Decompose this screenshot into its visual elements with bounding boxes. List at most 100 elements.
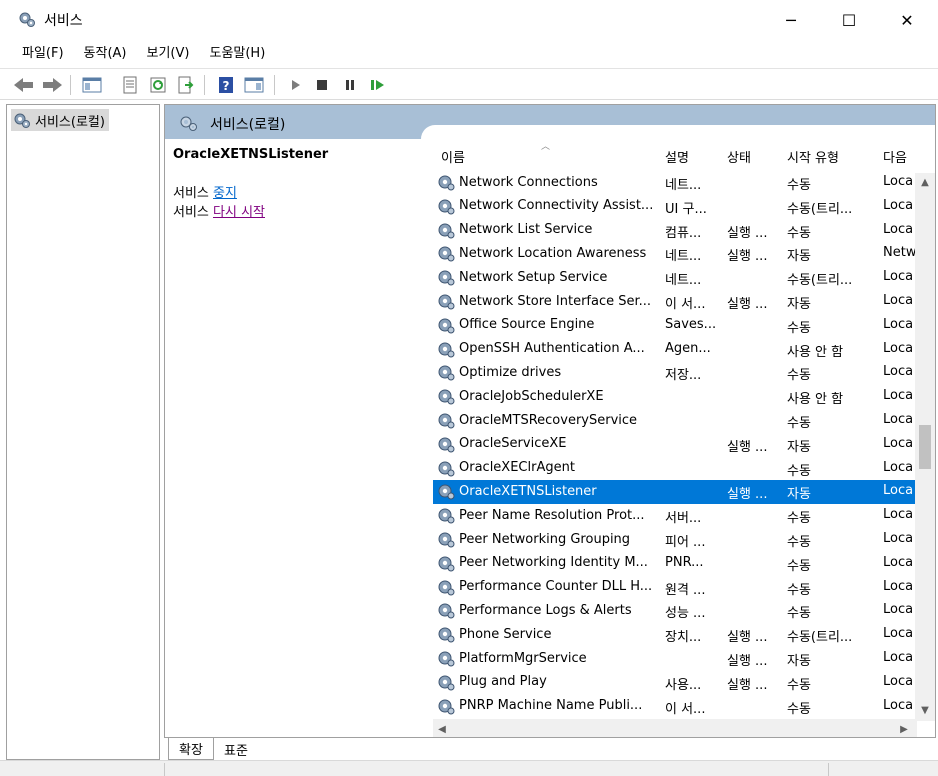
tree-node-services-local[interactable]: 서비스(로컬)	[11, 109, 109, 131]
service-name: Performance Logs & Alerts	[437, 601, 657, 619]
service-startup-type: 수동	[787, 416, 811, 431]
properties-icon[interactable]	[118, 73, 142, 97]
help-icon[interactable]: ?	[214, 73, 238, 97]
back-arrow-icon[interactable]	[12, 73, 36, 97]
status-separator	[164, 763, 165, 776]
scroll-thumb[interactable]	[919, 425, 931, 469]
column-header-logon[interactable]: 다음	[883, 147, 907, 166]
service-logon: Loca	[883, 483, 914, 499]
service-startup-type: 자동	[787, 654, 811, 669]
menu-action[interactable]: 동작(A)	[74, 40, 137, 68]
table-row[interactable]: Performance Counter DLL H... 원격 ... 수동 Loca	[433, 576, 917, 600]
list-header: ︿ 이름 설명 상태 시작 유형 다음	[433, 139, 917, 169]
scroll-left-icon[interactable]: ◀	[433, 719, 451, 737]
close-button[interactable]: ✕	[884, 6, 930, 34]
minimize-button[interactable]: ─	[768, 6, 814, 34]
service-startup-type: 수동(트리...	[787, 201, 853, 217]
column-header-description[interactable]: 설명	[665, 147, 689, 166]
service-gear-icon	[437, 649, 459, 667]
service-logon: Loca	[883, 388, 914, 404]
scroll-up-icon[interactable]: ▲	[915, 173, 935, 191]
menu-file[interactable]: 파일(F)	[12, 40, 74, 68]
export-list-icon[interactable]	[174, 73, 198, 97]
service-name: Network Store Interface Ser...	[437, 292, 657, 310]
show-hide-console-tree-icon[interactable]	[80, 73, 104, 97]
selected-service-name: OracleXETNSListener	[173, 147, 329, 162]
menu-help[interactable]: 도움말(H)	[199, 40, 275, 68]
stop-service-link[interactable]: 중지	[213, 186, 237, 201]
table-row[interactable]: Peer Name Resolution Prot... 서버... 수동 Loca	[433, 504, 917, 528]
refresh-icon[interactable]	[146, 73, 170, 97]
service-name: PlatformMgrService	[437, 649, 657, 667]
service-gear-icon	[437, 554, 459, 572]
restart-service-icon[interactable]	[366, 73, 390, 97]
table-row[interactable]: Peer Networking Identity M... PNR... 수동 Loc…	[433, 552, 917, 576]
pause-service-icon[interactable]	[338, 73, 362, 97]
service-name: Network Setup Service	[437, 268, 657, 286]
toolbar-separator	[70, 75, 71, 95]
service-name-text: Performance Logs & Alerts	[459, 602, 632, 618]
table-row[interactable]: Optimize drives 저장... 수동 Loca	[433, 361, 917, 385]
pane-title: 서비스(로컬)	[210, 117, 286, 133]
service-logon: Loca	[883, 554, 914, 570]
service-gear-icon	[437, 482, 459, 500]
services-list: ︿ 이름 설명 상태 시작 유형 다음 Network Connections 네…	[433, 139, 935, 737]
service-description: 이 서...	[665, 701, 706, 717]
service-logon: Loca	[883, 269, 914, 285]
forward-arrow-icon[interactable]	[40, 73, 64, 97]
service-status: 실행 ...	[727, 487, 768, 503]
tab-extended[interactable]: 확장	[168, 738, 214, 760]
service-gear-icon	[437, 268, 459, 286]
scroll-right-icon[interactable]: ▶	[895, 719, 913, 737]
service-startup-type: 자동	[787, 487, 811, 503]
table-row[interactable]: Network Setup Service 네트... 수동(트리... Loca	[433, 266, 917, 290]
table-row[interactable]: Office Source Engine Saves... 수동 Loca	[433, 314, 917, 338]
table-row[interactable]: OracleJobSchedulerXE 사용 안 함 Loca	[433, 385, 917, 409]
service-name: Network Connections	[437, 173, 657, 191]
horizontal-scrollbar[interactable]: ◀ ▶	[433, 719, 917, 737]
restart-service-link[interactable]: 다시 시작	[213, 205, 265, 220]
table-row[interactable]: OracleMTSRecoveryService 수동 Loca	[433, 409, 917, 433]
table-row[interactable]: OracleXEClrAgent 수동 Loca	[433, 457, 917, 481]
show-action-pane-icon[interactable]	[242, 73, 266, 97]
table-row[interactable]: OracleXETNSListener 실행 ... 자동 Loca	[433, 480, 917, 505]
menu-view[interactable]: 보기(V)	[137, 40, 200, 68]
start-service-icon[interactable]	[284, 73, 308, 97]
service-name-text: OracleServiceXE	[459, 436, 567, 452]
table-row[interactable]: OracleServiceXE 실행 ... 자동 Loca	[433, 433, 917, 457]
table-row[interactable]: Performance Logs & Alerts 성능 ... 수동 Loca	[433, 599, 917, 623]
table-row[interactable]: Network Connections 네트... 수동 Loca	[433, 171, 917, 195]
tree-node-label: 서비스(로컬)	[35, 114, 105, 130]
service-description: 성능 ...	[665, 606, 706, 622]
svg-text:?: ?	[223, 79, 230, 93]
service-name-text: Network List Service	[459, 222, 593, 238]
service-logon: Loca	[883, 507, 914, 523]
service-name-text: Performance Counter DLL H...	[459, 579, 653, 595]
service-gear-icon	[437, 173, 459, 191]
service-logon: Loca	[883, 531, 914, 546]
column-header-startup-type[interactable]: 시작 유형	[787, 147, 839, 166]
table-row[interactable]: Network Store Interface Ser... 이 서... 실행 .…	[433, 290, 917, 314]
table-row[interactable]: Phone Service 장치... 실행 ... 수동(트리... Loca	[433, 623, 917, 647]
vertical-scrollbar[interactable]: ▲ ▼	[915, 173, 935, 721]
tab-standard[interactable]: 표준	[214, 738, 258, 760]
table-row[interactable]: PNRP Machine Name Publi... 이 서... 수동 Loca	[433, 695, 917, 719]
table-row[interactable]: OpenSSH Authentication A... Agen... 사용 안 함…	[433, 338, 917, 362]
services-gear-icon	[14, 113, 30, 128]
stop-service-icon[interactable]	[310, 73, 334, 97]
table-row[interactable]: Plug and Play 사용... 실행 ... 수동 Loca	[433, 671, 917, 695]
service-startup-type: 수동	[787, 558, 811, 574]
service-name-text: OracleXETNSListener	[459, 483, 597, 499]
scroll-down-icon[interactable]: ▼	[915, 701, 935, 719]
service-name: Peer Networking Identity M...	[437, 554, 657, 572]
column-header-status[interactable]: 상태	[727, 147, 751, 166]
table-row[interactable]: Peer Networking Grouping 피어 ... 수동 Loca	[433, 528, 917, 552]
table-row[interactable]: Network Location Awareness 네트... 실행 ... 자동 N…	[433, 242, 917, 266]
header-curve	[421, 125, 935, 139]
maximize-button[interactable]: ☐	[826, 6, 872, 34]
column-header-name[interactable]: 이름	[441, 147, 465, 166]
table-row[interactable]: Network List Service 컴퓨... 실행 ... 수동 Loca	[433, 219, 917, 243]
service-name-text: Peer Networking Identity M...	[459, 555, 648, 571]
table-row[interactable]: PlatformMgrService 실행 ... 자동 Loca	[433, 647, 917, 671]
table-row[interactable]: Network Connectivity Assist... UI 구... 수동(…	[433, 195, 917, 219]
